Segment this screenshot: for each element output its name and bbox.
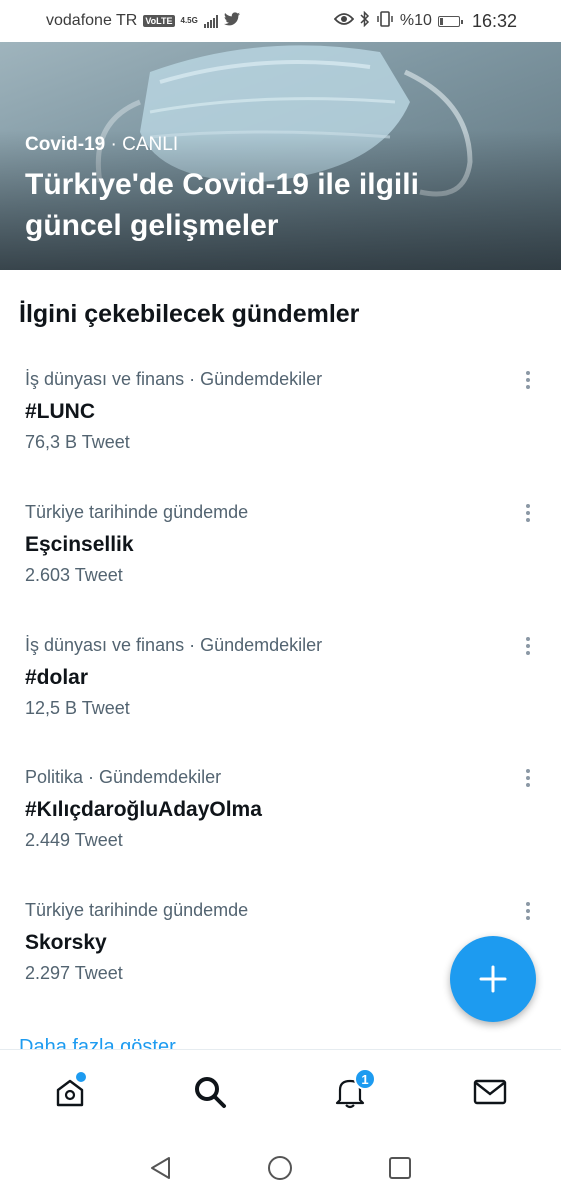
messages-icon — [473, 1079, 507, 1105]
show-more-link[interactable]: Daha fazla göster — [19, 1036, 176, 1050]
home-circle-icon — [268, 1156, 292, 1180]
live-label: CANLI — [122, 134, 179, 155]
battery-icon — [437, 15, 463, 27]
trend-count: 2.603 Tweet — [25, 565, 123, 585]
twitter-bird-icon — [223, 11, 240, 31]
trend-context: Türkiye tarihinde gündemde — [25, 900, 249, 920]
nav-messages[interactable] — [470, 1072, 510, 1112]
signal-icon — [203, 14, 218, 28]
notification-badge: 1 — [354, 1068, 376, 1090]
plus-icon — [479, 965, 507, 993]
hero-title: Türkiye'de Covid-19 ile ilgili güncel ge… — [25, 168, 419, 242]
status-left: vodafone TR VoLTE 4.5G — [46, 11, 240, 31]
recents-icon — [389, 1157, 411, 1179]
trend-count: 12,5 B Tweet — [25, 698, 130, 718]
search-icon — [195, 1077, 226, 1108]
android-nav-bar — [0, 1135, 561, 1200]
trend-name: #LUNC — [25, 400, 96, 423]
bluetooth-icon — [360, 10, 370, 32]
trend-context: Türkiye tarihinde gündemde — [25, 502, 249, 522]
more-options-icon[interactable] — [521, 367, 535, 393]
vibrate-icon — [376, 10, 394, 32]
trend-name: #dolar — [25, 666, 89, 689]
android-home-button[interactable] — [265, 1153, 295, 1183]
nav-notifications[interactable]: 1 — [330, 1068, 376, 1112]
network-type: 4.5G — [180, 16, 198, 25]
trend-context: İş dünyası ve finans · Gündemdekiler — [25, 635, 323, 655]
trend-name: Eşcinsellik — [25, 533, 134, 556]
trend-item[interactable]: İş dünyası ve finans · Gündemdekiler #LU… — [25, 369, 545, 469]
nav-home[interactable] — [50, 1070, 90, 1112]
hero-topic: Covid-19 — [25, 134, 106, 155]
status-right: %10 16:32 — [333, 10, 517, 32]
bottom-nav: 1 — [0, 1049, 561, 1136]
battery-percent: %10 — [399, 12, 432, 29]
back-icon — [151, 1157, 170, 1179]
compose-tweet-button[interactable] — [450, 936, 536, 1022]
trend-item[interactable]: Türkiye tarihinde gündemde Eşcinsellik 2… — [25, 502, 545, 602]
back-button[interactable] — [146, 1153, 176, 1183]
eye-icon — [333, 12, 355, 31]
covid-hero-card[interactable]: Covid-19 · CANLI Türkiye'de Covid-19 ile… — [0, 42, 561, 270]
more-options-icon[interactable] — [521, 500, 535, 526]
status-bar: vodafone TR VoLTE 4.5G %10 16:32 — [0, 0, 561, 42]
trend-name: #KılıçdaroğluAdayOlma — [25, 798, 262, 821]
hero-meta: Covid-19 · CANLI — [25, 134, 179, 155]
trend-item[interactable]: İş dünyası ve finans · Gündemdekiler #do… — [25, 635, 545, 735]
trend-context: Politika · Gündemdekiler — [25, 767, 222, 787]
nav-search[interactable] — [190, 1072, 230, 1112]
status-time: 16:32 — [471, 10, 517, 31]
more-options-icon[interactable] — [521, 898, 535, 924]
trend-item[interactable]: Politika · Gündemdekiler #KılıçdaroğluAd… — [25, 767, 545, 867]
volte-indicator: VoLTE — [143, 15, 175, 27]
more-options-icon[interactable] — [521, 765, 535, 791]
trend-count: 76,3 B Tweet — [25, 432, 130, 452]
carrier-name: vodafone TR — [46, 12, 138, 29]
recents-button[interactable] — [385, 1153, 415, 1183]
trend-context: İş dünyası ve finans · Gündemdekiler — [25, 369, 323, 389]
section-title: İlgini çekebilecek gündemler — [19, 300, 360, 328]
trend-count: 2.449 Tweet — [25, 830, 123, 850]
more-options-icon[interactable] — [521, 633, 535, 659]
home-new-dot — [74, 1070, 88, 1084]
